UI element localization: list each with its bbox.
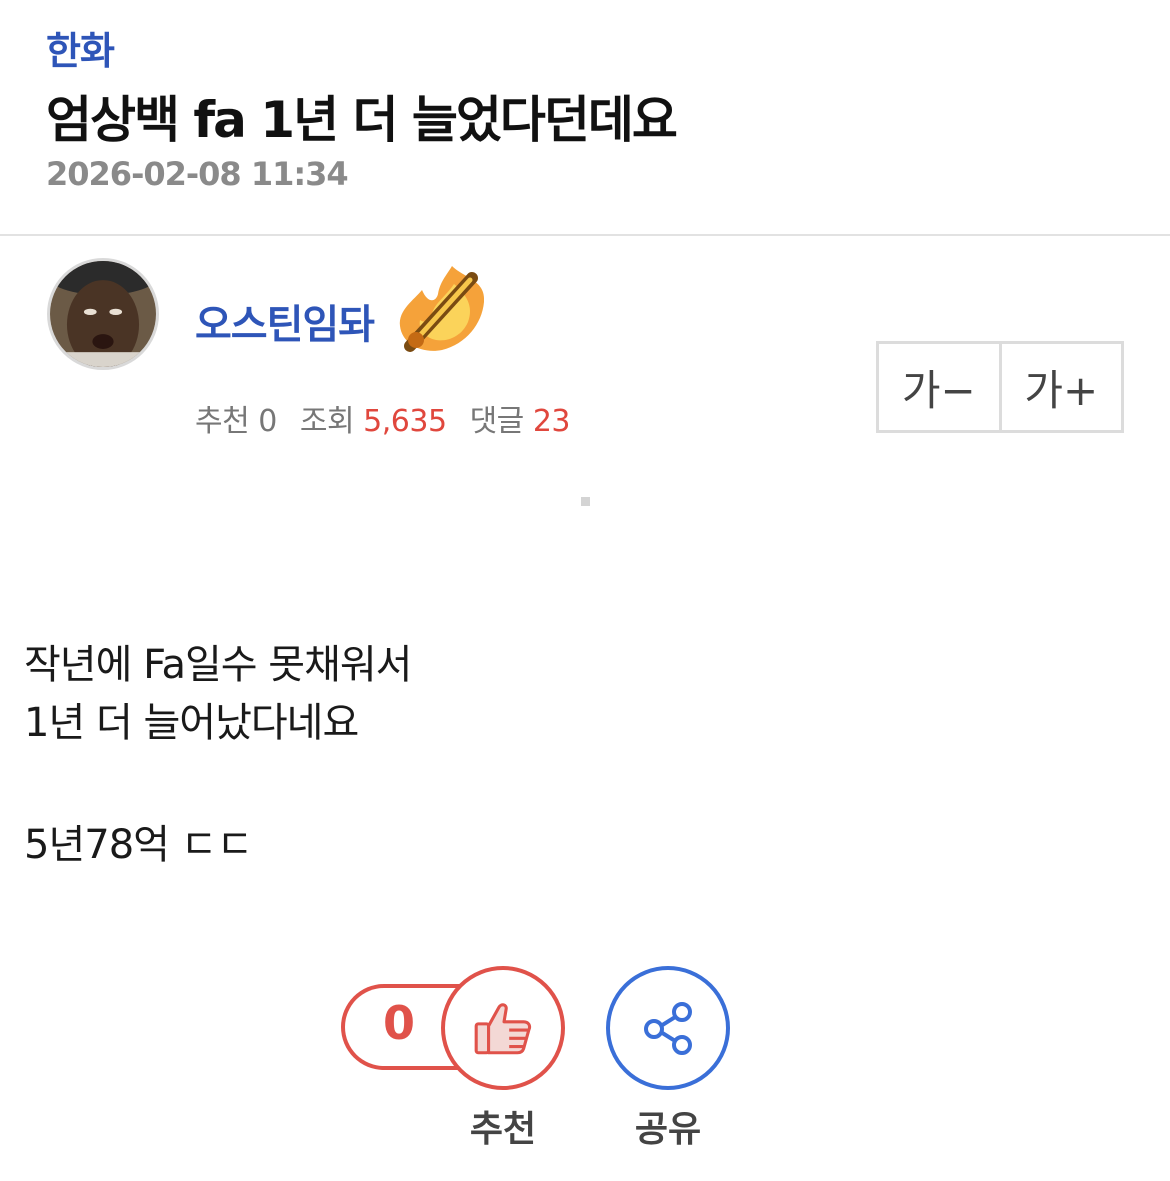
views-stat-label: 조회 xyxy=(299,404,355,439)
font-decrease-button[interactable]: 가− xyxy=(879,344,999,430)
content-placeholder-dot xyxy=(581,497,590,506)
font-size-controls: 가− 가+ xyxy=(876,341,1124,433)
author-avatar[interactable] xyxy=(47,258,159,370)
board-category[interactable]: 한화 xyxy=(46,20,115,75)
post-title: 엄상백 fa 1년 더 늘었다던데요 xyxy=(46,91,678,149)
body-line-blank xyxy=(24,752,411,816)
body-line: 작년에 Fa일수 못채워서 xyxy=(24,642,412,688)
recommend-count: 0 xyxy=(382,996,415,1050)
share-button-label: 공유 xyxy=(634,1109,702,1150)
post-date: 2026-02-08 11:34 xyxy=(46,155,349,193)
post-stats: 추천 0 조회 5,635 댓글 23 xyxy=(195,396,571,440)
recommend-button[interactable] xyxy=(441,966,565,1090)
comments-stat-count[interactable]: 23 xyxy=(533,404,571,439)
recommend-button-label: 추천 xyxy=(469,1109,537,1150)
recommend-stat-label: 추천 xyxy=(195,404,250,439)
user-avatar-photo xyxy=(50,261,156,367)
share-icon xyxy=(644,1002,692,1055)
recommend-stat-count: 0 xyxy=(258,404,277,439)
body-line: 5년78억 ㄷㄷ xyxy=(24,822,253,868)
thumbs-up-icon xyxy=(474,1003,532,1055)
font-increase-button[interactable]: 가+ xyxy=(998,344,1121,430)
author-nickname[interactable]: 오스틴임돠 xyxy=(195,292,375,350)
body-line: 1년 더 늘어났다네요 xyxy=(24,700,359,746)
post-body: 작년에 Fa일수 못채워서 1년 더 늘어났다네요 5년78억 ㄷㄷ xyxy=(24,636,412,874)
share-button[interactable] xyxy=(606,966,730,1090)
header-divider xyxy=(0,234,1170,236)
views-stat-count: 5,635 xyxy=(363,404,447,439)
comments-stat-label: 댓글 xyxy=(469,404,525,439)
flame-sword-badge-icon xyxy=(399,266,485,352)
